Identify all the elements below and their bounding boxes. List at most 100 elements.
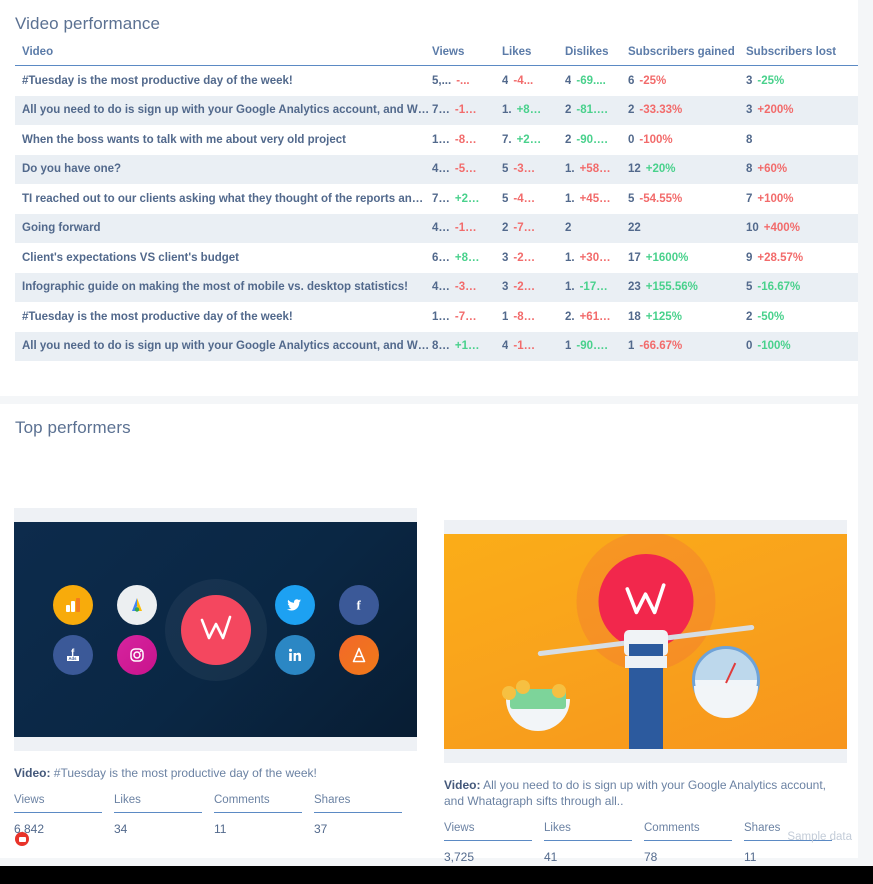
column-header-views[interactable]: Views bbox=[432, 46, 502, 66]
cell-dislikes: 2 -81…. bbox=[565, 95, 628, 125]
metric-value: 3 bbox=[502, 251, 509, 264]
coin-icon bbox=[516, 680, 530, 694]
table-row[interactable]: #Tuesday is the most productive day of t… bbox=[15, 66, 858, 96]
coin-icon bbox=[552, 684, 566, 698]
metric-header-views: Views bbox=[444, 822, 532, 841]
metric-value-views: 6,842 bbox=[14, 822, 45, 836]
metric-delta: +200% bbox=[757, 104, 794, 117]
metric-delta: -1… bbox=[454, 104, 477, 117]
table-row[interactable]: TI reached out to our clients asking wha… bbox=[15, 184, 858, 214]
column-header-subscribers-lost[interactable]: Subscribers lost bbox=[746, 46, 858, 66]
metric-cell: 7 +100% bbox=[746, 193, 858, 205]
google-analytics-icon bbox=[52, 584, 93, 625]
metric-delta: -2… bbox=[513, 251, 536, 264]
bottom-bar bbox=[0, 866, 873, 884]
top-performer-card[interactable]: f Ads f Video: #Tuesday is the most prod… bbox=[14, 508, 417, 836]
metric-value: 0 bbox=[628, 133, 635, 146]
column-header-video[interactable]: Video bbox=[15, 46, 432, 66]
metric-cell: 22 bbox=[628, 222, 746, 234]
metric-cell: 3 -2… bbox=[502, 281, 565, 293]
metric-value-likes: 34 bbox=[114, 822, 128, 836]
metrics-row: Views 3,725 Likes 41 Comments 78 Shares … bbox=[444, 822, 847, 864]
integration-icons: f Ads f bbox=[52, 584, 379, 675]
metric-value: 1 bbox=[502, 310, 509, 323]
metric-cell: 4 -4... bbox=[502, 75, 565, 87]
metric-comments: Comments 11 bbox=[214, 794, 314, 836]
metric-cell: 1. +45… bbox=[565, 193, 628, 205]
column-header-likes[interactable]: Likes bbox=[502, 46, 565, 66]
metric-value: 5,... bbox=[432, 74, 452, 87]
metric-delta: -8… bbox=[454, 133, 477, 146]
metric-value: 4 bbox=[502, 74, 509, 87]
metric-cell: 1. -17… bbox=[565, 281, 628, 293]
metric-value-likes: 41 bbox=[544, 850, 558, 864]
metric-value: 5 bbox=[502, 163, 509, 176]
metric-delta: +8… bbox=[516, 104, 542, 117]
instagram-icon bbox=[116, 634, 157, 675]
metric-value: 1 bbox=[565, 340, 572, 353]
metric-cell: 10 +400% bbox=[746, 222, 858, 234]
cell-slost: 8 +60% bbox=[746, 154, 858, 184]
metric-value: 7… bbox=[432, 192, 450, 205]
metric-delta: -5… bbox=[454, 163, 477, 176]
table-row[interactable]: All you need to do is sign up with your … bbox=[15, 331, 858, 361]
cell-video-title: TI reached out to our clients asking wha… bbox=[22, 192, 424, 205]
metric-value-comments: 11 bbox=[214, 822, 227, 836]
metric-value: 1. bbox=[565, 251, 575, 264]
metric-cell: 4 -1… bbox=[502, 340, 565, 352]
metric-cell: 8… +1… bbox=[432, 340, 502, 352]
section-divider bbox=[0, 396, 873, 404]
metric-value-shares: 37 bbox=[314, 822, 328, 836]
metric-cell: 4… -5… bbox=[432, 163, 502, 175]
metric-delta: -54.55% bbox=[639, 192, 683, 205]
metric-value: 2 bbox=[502, 222, 509, 235]
top-performers-title: Top performers bbox=[15, 418, 131, 437]
column-header-dislikes[interactable]: Dislikes bbox=[565, 46, 628, 66]
video-label: Video: All you need to do is sign up wit… bbox=[444, 777, 847, 809]
metric-delta: -17… bbox=[579, 281, 608, 294]
metric-cell: 2 -81…. bbox=[565, 104, 628, 116]
cell-video-title: Do you have one? bbox=[15, 154, 432, 184]
metric-views: Views 3,725 bbox=[444, 822, 544, 864]
cell-sgained: 23 +155.56% bbox=[628, 272, 746, 302]
metric-cell: 3 -2… bbox=[502, 252, 565, 264]
table-row[interactable]: When the boss wants to talk with me abou… bbox=[15, 125, 858, 155]
table-row[interactable]: #Tuesday is the most productive day of t… bbox=[15, 302, 858, 332]
metric-header-likes: Likes bbox=[544, 822, 632, 841]
metric-cell: 3 -25% bbox=[746, 75, 858, 87]
metric-value: 3 bbox=[746, 104, 753, 117]
column-header-subscribers-gained[interactable]: Subscribers gained bbox=[628, 46, 746, 66]
metric-delta: +45… bbox=[579, 192, 611, 205]
metric-cell: 1. +30… bbox=[565, 252, 628, 264]
cell-views: 7… -1… bbox=[432, 95, 502, 125]
svg-text:Ads: Ads bbox=[68, 656, 77, 661]
top-performer-card[interactable]: Video: All you need to do is sign up wit… bbox=[444, 520, 847, 864]
thumbnail-bottom-bar bbox=[14, 737, 417, 751]
metric-value: 2 bbox=[746, 310, 753, 323]
metric-cell: 7… +2… bbox=[432, 193, 502, 205]
table-row[interactable]: Infographic guide on making the most of … bbox=[15, 272, 858, 302]
metric-value: 3 bbox=[746, 74, 753, 87]
table-row[interactable]: Client's expectations VS client's budget… bbox=[15, 243, 858, 273]
metric-delta: -100% bbox=[639, 133, 673, 146]
cell-views: 4… -1… bbox=[432, 213, 502, 243]
icon-column-left2 bbox=[116, 584, 157, 675]
video-thumbnail-dark[interactable]: f Ads f bbox=[14, 522, 417, 737]
metric-delta: -8… bbox=[513, 310, 536, 323]
scale-pan-clock bbox=[694, 686, 758, 718]
cell-views: 4… -5… bbox=[432, 154, 502, 184]
video-thumbnail-orange[interactable] bbox=[444, 534, 847, 749]
table-row[interactable]: Do you have one? 4… -5… 5 -3… 1. +58… 12 +20% 8 +6… bbox=[15, 154, 858, 184]
metric-cell: 6 -25% bbox=[628, 75, 746, 87]
metric-cell: 5 -4… bbox=[502, 193, 565, 205]
metric-value: 1. bbox=[565, 281, 575, 294]
metric-cell: 2 -33.33% bbox=[628, 104, 746, 116]
metric-value: 2 bbox=[628, 104, 635, 117]
metric-delta: -3… bbox=[454, 281, 477, 294]
metric-value: 2 bbox=[565, 222, 572, 235]
table-row[interactable]: All you need to do is sign up with your … bbox=[15, 95, 858, 125]
table-row[interactable]: Going forward 4… -1… 2 -7… 2 22 10 +400% bbox=[15, 213, 858, 243]
metric-value: 7. bbox=[502, 133, 512, 146]
metric-delta: -81…. bbox=[576, 104, 608, 117]
thumbnail-top-bar bbox=[444, 520, 847, 534]
